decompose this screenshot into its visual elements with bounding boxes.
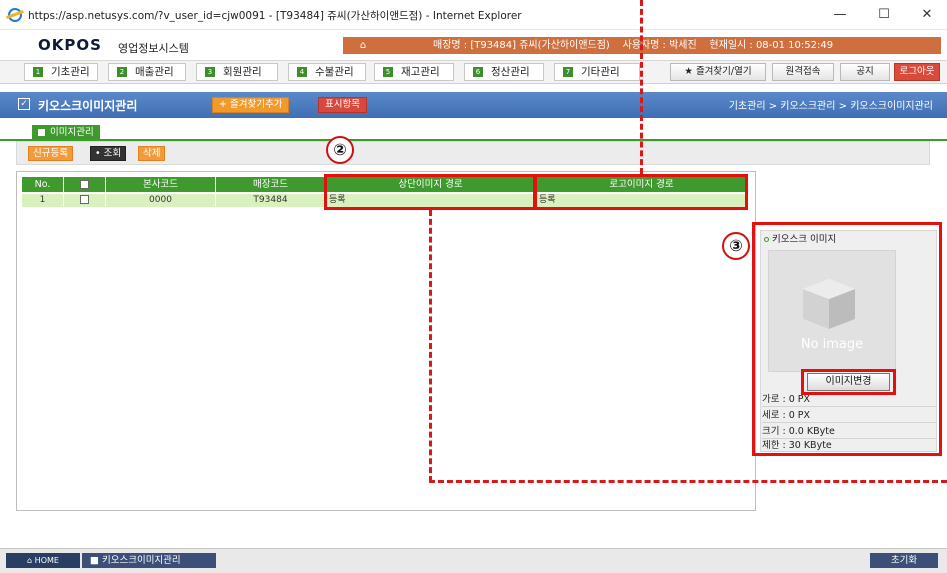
image-grid	[16, 171, 756, 511]
user-name: 사용자명 : 박세진	[622, 40, 697, 51]
row-checkbox[interactable]	[80, 195, 89, 204]
column-header-select[interactable]	[64, 177, 106, 192]
dashed-guide-line	[429, 480, 947, 483]
window-title: https://asp.netusys.com/?v_user_id=cjw00…	[28, 10, 522, 22]
cell-hq-code[interactable]: 0000	[106, 194, 216, 207]
cell-no[interactable]: 1	[22, 194, 64, 207]
tab-label: 이미지관리	[50, 127, 94, 138]
select-all-checkbox[interactable]	[80, 180, 89, 189]
menu-item-label: 회원관리	[223, 66, 262, 78]
highlight-logo-image-column	[534, 174, 748, 210]
column-header-no[interactable]: No.	[22, 177, 64, 192]
footer-home-label: HOME	[34, 556, 59, 565]
column-header-hq-code[interactable]: 본사코드	[106, 177, 216, 192]
tab-square-icon	[38, 129, 45, 136]
menu-number-badge: 5	[383, 67, 393, 77]
menu-item-settlement[interactable]: 6 정산관리	[464, 63, 544, 81]
footer-home-tab[interactable]: ⌂ HOME	[6, 553, 80, 568]
menu-item-etc[interactable]: 7 기타관리	[554, 63, 640, 81]
footer-open-tab[interactable]: ■ 키오스크이미지관리	[82, 553, 216, 568]
remote-access-button[interactable]: 원격접속	[772, 63, 834, 81]
footer-tab-label: 키오스크이미지관리	[102, 555, 181, 566]
tab-image-management[interactable]: 이미지관리	[32, 125, 100, 140]
menu-item-label: 재고관리	[401, 66, 440, 78]
menu-item-label: 정산관리	[491, 66, 530, 78]
menu-item-sales[interactable]: 2 매출관리	[108, 63, 186, 81]
home-icon[interactable]: ⌂	[349, 37, 377, 54]
menu-number-badge: 3	[205, 67, 215, 77]
tab-square-icon: ■	[90, 555, 102, 566]
internet-explorer-icon	[8, 8, 22, 22]
menu-item-member[interactable]: 3 회원관리	[196, 63, 278, 81]
menu-item-label: 기타관리	[581, 66, 620, 78]
logout-button[interactable]: 로그아웃	[894, 63, 940, 81]
okpos-logo: OKPOS	[38, 36, 102, 54]
dashed-guide-line	[640, 0, 643, 174]
highlight-image-change-button	[801, 369, 896, 395]
menu-item-inventory[interactable]: 5 재고관리	[374, 63, 454, 81]
favorites-open-button[interactable]: ★ 즐겨찾기/열기	[670, 63, 766, 81]
close-button[interactable]: ✕	[910, 4, 944, 26]
menu-number-badge: 2	[117, 67, 127, 77]
dashed-guide-line	[429, 210, 432, 482]
highlight-kiosk-panel	[752, 222, 942, 456]
checkbox-icon: ✓	[18, 98, 30, 110]
menu-number-badge: 1	[33, 67, 43, 77]
page-title: 키오스크이미지관리	[38, 99, 138, 113]
menu-number-badge: 7	[563, 67, 573, 77]
logo-subtitle: 영업정보시스템	[118, 42, 189, 55]
minimize-button[interactable]: —	[823, 4, 857, 26]
store-info: 매장명 : [T93484] 쥬씨(가산하이앤드점) 사용자명 : 박세진 현재…	[433, 37, 833, 54]
cell-store-code[interactable]: T93484	[216, 194, 326, 207]
home-icon: ⌂	[27, 556, 35, 565]
query-button[interactable]: • 조회	[90, 146, 127, 161]
breadcrumb: 기초관리 > 키오스크관리 > 키오스크이미지관리	[728, 101, 933, 112]
notice-button[interactable]: 공지	[840, 63, 890, 81]
store-name: 매장명 : [T93484] 쥬씨(가산하이앤드점)	[433, 40, 610, 51]
reset-button[interactable]: 초기화	[870, 553, 938, 568]
menu-item-label: 매출관리	[135, 66, 174, 78]
menu-item-label: 수불관리	[315, 66, 354, 78]
annotation-marker-2: ②	[326, 136, 354, 164]
highlight-top-image-column	[324, 174, 536, 210]
display-items-button[interactable]: 표시항목	[318, 97, 367, 113]
delete-button[interactable]: 삭제	[138, 146, 166, 161]
annotation-marker-3: ③	[722, 232, 750, 260]
menu-item-basic[interactable]: 1 기초관리	[24, 63, 98, 81]
new-register-button[interactable]: 신규등록	[28, 146, 73, 161]
current-datetime: 현재일시 : 08-01 10:52:49	[709, 40, 834, 51]
cell-select[interactable]	[64, 194, 106, 207]
menu-number-badge: 4	[297, 67, 307, 77]
menu-item-inout[interactable]: 4 수불관리	[288, 63, 366, 81]
menu-number-badge: 6	[473, 67, 483, 77]
menu-item-label: 기초관리	[51, 66, 90, 78]
maximize-button[interactable]: ☐	[867, 4, 901, 26]
add-favorite-button[interactable]: + 즐겨찾기추가	[212, 97, 290, 113]
column-header-store-code[interactable]: 매장코드	[216, 177, 326, 192]
window-titlebar: https://asp.netusys.com/?v_user_id=cjw00…	[0, 0, 947, 30]
